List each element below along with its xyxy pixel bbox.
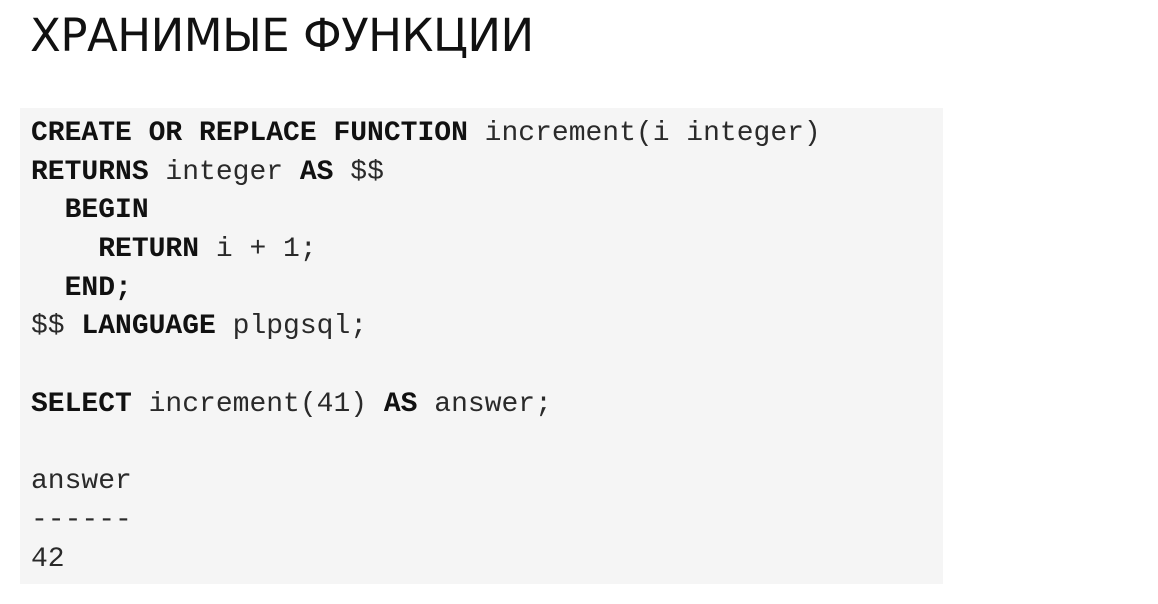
code-text: $$ — [31, 311, 82, 343]
code-line: CREATE OR REPLACE FUNCTION increment(i i… — [31, 115, 821, 154]
code-keyword: AS — [299, 156, 334, 188]
code-keyword: AS — [383, 388, 418, 420]
code-text: plpgsql; — [215, 311, 368, 343]
code-text: answer; — [417, 388, 552, 420]
code-text: integer — [148, 156, 300, 188]
code-line: RETURN i + 1; — [31, 231, 821, 270]
code-text: increment(41) — [131, 388, 384, 420]
code-keyword: SELECT — [31, 388, 132, 420]
code-keyword: END; — [64, 272, 132, 304]
slide-title: ХРАНИМЫЕ ФУНКЦИИ — [30, 9, 534, 62]
code-text: $$ — [333, 156, 384, 188]
code-line: ------ — [31, 502, 821, 541]
code-text: increment(i integer) — [467, 118, 821, 149]
code-line: RETURNS integer AS $$ — [31, 154, 821, 193]
code-keyword: CREATE OR REPLACE FUNCTION — [31, 118, 468, 149]
code-keyword: LANGUAGE — [81, 311, 216, 343]
code-text: ------ — [31, 504, 132, 536]
code-line: END; — [31, 270, 821, 309]
code-line: BEGIN — [31, 192, 821, 231]
code-block: CREATE OR REPLACE FUNCTION increment(i i… — [20, 108, 943, 584]
code-keyword: RETURNS — [31, 156, 149, 188]
code-text: i + 1; — [199, 234, 317, 266]
code-line: $$ LANGUAGE plpgsql; — [31, 308, 821, 347]
code-text: answer — [31, 466, 132, 498]
code-line: 42 — [31, 541, 821, 580]
code-keyword: BEGIN — [64, 195, 149, 227]
code-line: answer — [31, 463, 821, 502]
code-line: SELECT increment(41) AS answer; — [31, 386, 821, 425]
code-listing: CREATE OR REPLACE FUNCTION increment(i i… — [31, 115, 821, 579]
code-text: 42 — [31, 543, 65, 575]
code-keyword: RETURN — [98, 234, 200, 266]
